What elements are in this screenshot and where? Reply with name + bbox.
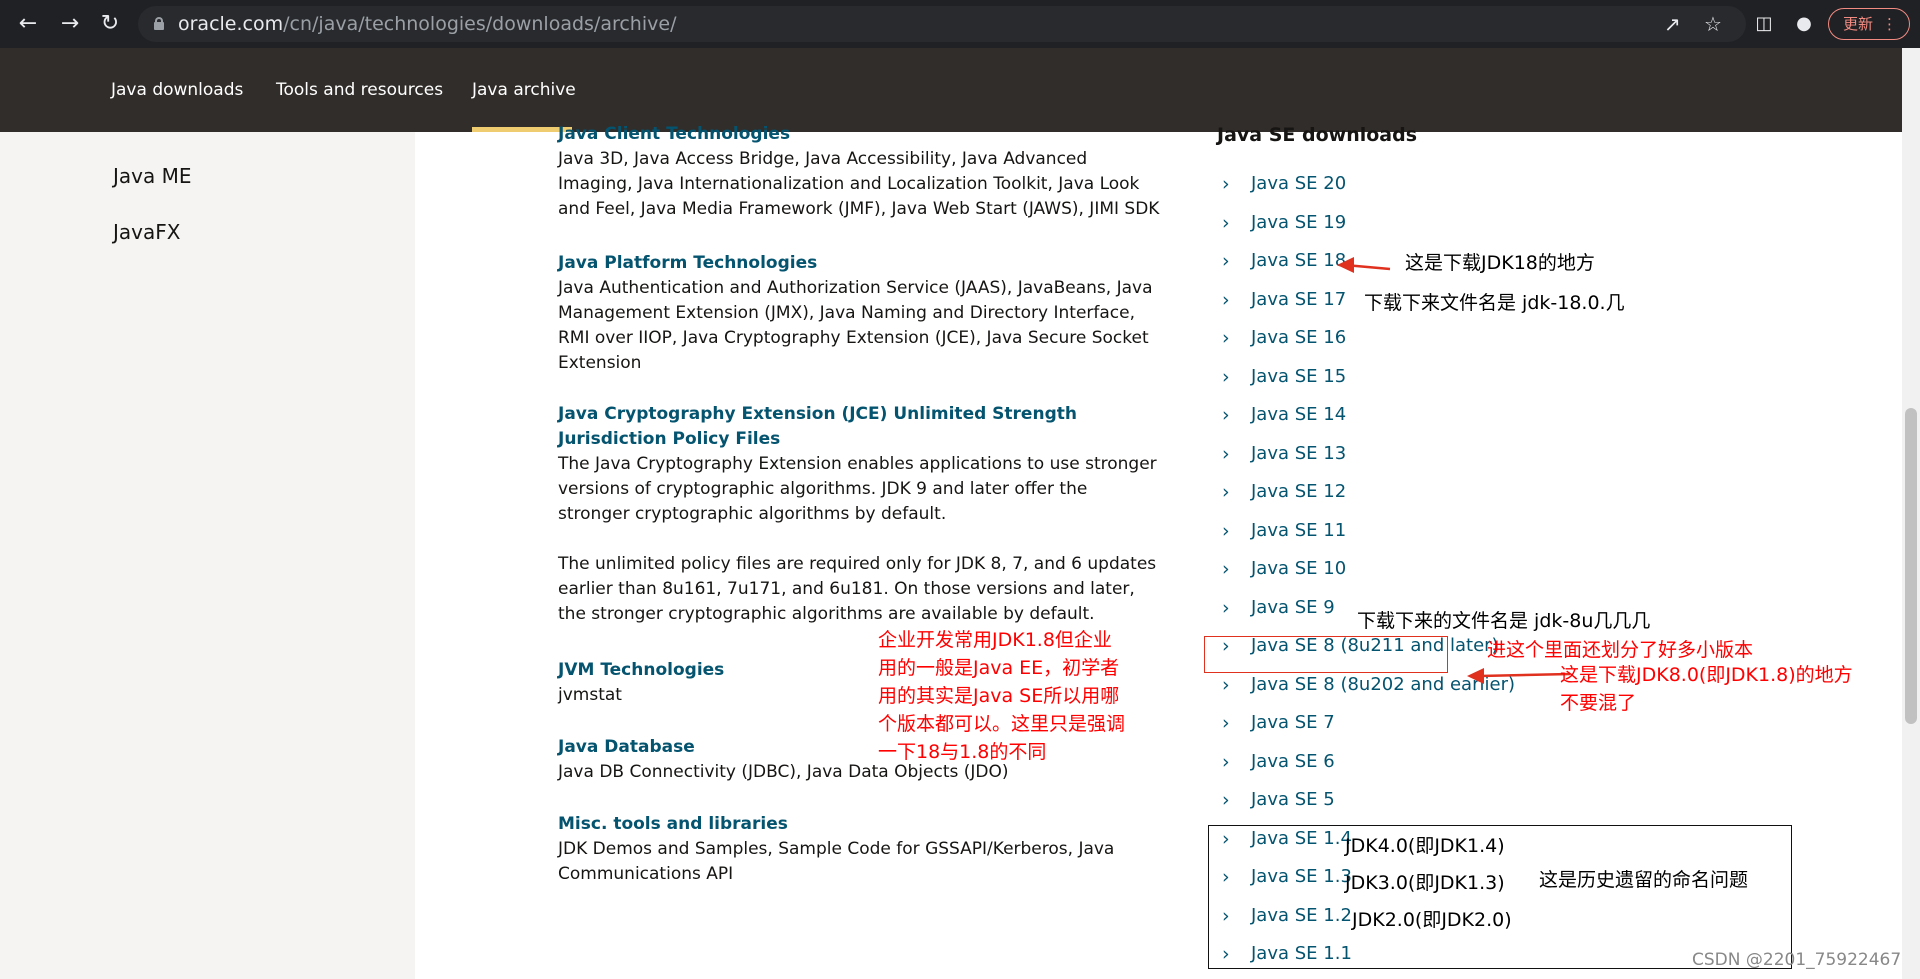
annotation-jdk18-here: 这是下载JDK18的地方 bbox=[1405, 252, 1595, 274]
annotation-arrows bbox=[1337, 257, 1571, 684]
annotation-enterprise-line: 个版本都可以。这里只是强调 bbox=[878, 713, 1126, 735]
annotation-jdk18-filename: 下载下来文件名是 jdk-18.0.几 bbox=[1364, 292, 1625, 314]
annotation-enterprise-line: 用的一般是Java EE，初学者 bbox=[878, 657, 1120, 679]
annotation-jdk3: JDK3.0(即JDK1.3) bbox=[1345, 872, 1505, 894]
annotation-dont-confuse: 不要混了 bbox=[1560, 692, 1637, 714]
annotation-jdk4: JDK4.0(即JDK1.4) bbox=[1345, 835, 1505, 857]
annotation-jdk8-versions: 进这个里面还划分了好多小版本 bbox=[1487, 639, 1754, 661]
watermark: CSDN @2201_75922467 bbox=[1692, 950, 1902, 970]
annotation-jdk8-filename: 下载下来的文件名是 jdk-8u几几几 bbox=[1357, 610, 1651, 632]
annotation-naming-issue: 这是历史遗留的命名问题 bbox=[1539, 869, 1749, 891]
annotation-enterprise-line: 企业开发常用JDK1.8但企业 bbox=[878, 629, 1112, 651]
annotation-jdk8-here: 这是下载JDK8.0(即JDK1.8)的地方 bbox=[1560, 664, 1853, 686]
annotation-enterprise-line: 用的其实是Java SE所以用哪 bbox=[878, 685, 1120, 707]
annotation-enterprise-line: 一下18与1.8的不同 bbox=[878, 741, 1047, 763]
annotation-jdk2: JDK2.0(即JDK2.0) bbox=[1352, 909, 1512, 931]
